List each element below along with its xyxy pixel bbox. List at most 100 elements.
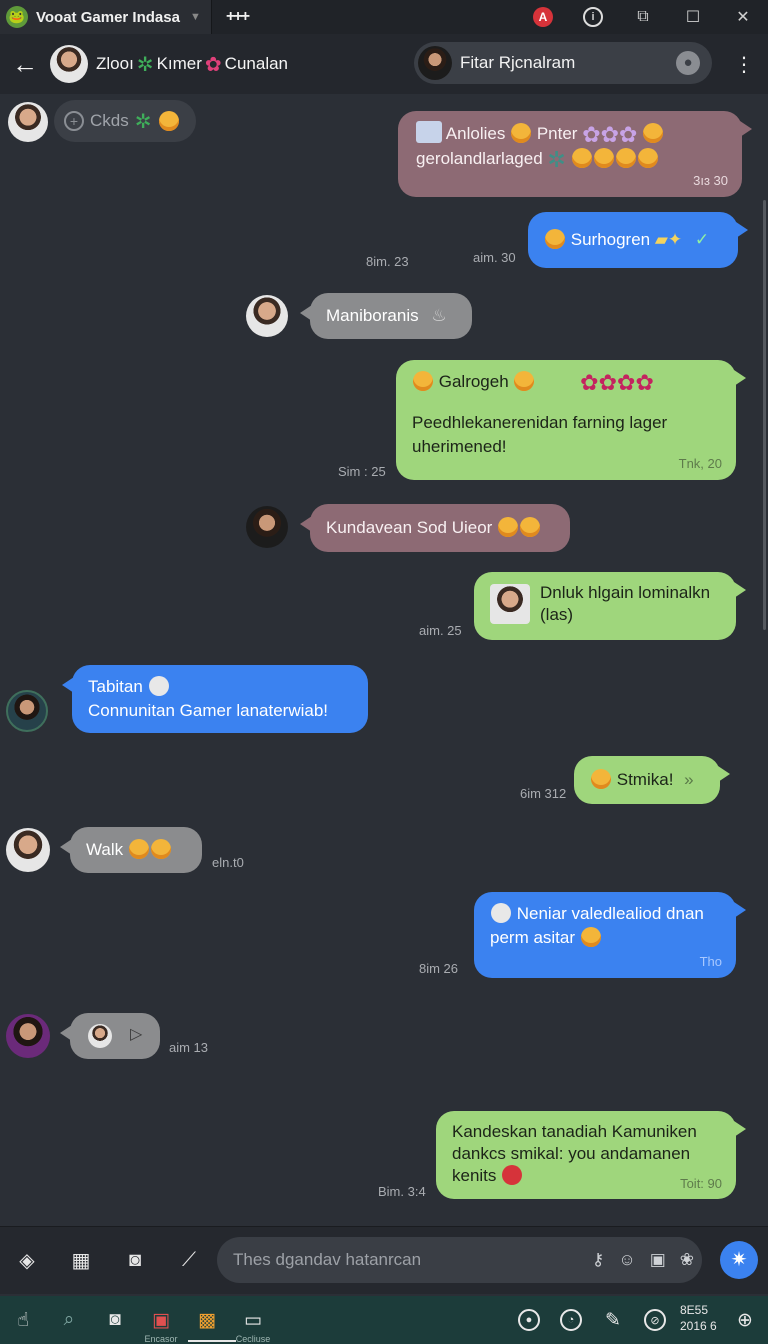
message-time: 8im 26 — [419, 961, 459, 976]
message-bubble[interactable]: Anlolies Pnter ✿✿✿ gerolandlarlaged ✲ 3ı… — [398, 111, 752, 197]
message-text: Peedhlekanerenidan farning lager uherime… — [412, 413, 668, 456]
emoji-icon — [591, 769, 611, 789]
play-icon[interactable]: ▷ — [130, 1023, 142, 1047]
emoji-icon — [580, 927, 601, 947]
message-time: 8im. 23 — [366, 254, 409, 269]
emoji-icon — [491, 903, 511, 923]
pen-icon[interactable]: ✎ — [592, 1296, 634, 1344]
avatar[interactable] — [6, 828, 50, 872]
files-app-icon[interactable]: ▭ Cecliuse — [230, 1296, 276, 1344]
contact-name: Fitar Rjcnalram — [460, 53, 576, 72]
record-icon[interactable]: ● — [508, 1296, 550, 1344]
emoji-icon — [637, 148, 658, 168]
network-icon[interactable]: ⊕ — [722, 1296, 768, 1344]
message-text: Connunitan Gamer lanaterwiab! — [88, 701, 329, 720]
emoji-icon — [615, 148, 636, 168]
attachments-pill[interactable]: + Ckds ✲ — [54, 100, 196, 142]
camera-icon[interactable]: ◙ — [108, 1241, 162, 1281]
message-bubble[interactable]: Kandeskan tanadiah Kamuniken dankcs smik… — [436, 1111, 746, 1199]
close-window-button[interactable]: ✕ — [718, 0, 768, 34]
message-time: 3ıɜ 30 — [693, 173, 728, 188]
audio-message-bubble[interactable]: ▷ — [60, 1013, 160, 1059]
message-bubble[interactable]: Walk — [60, 827, 202, 873]
message-bubble[interactable]: Galrogeh ✿✿✿✿ Peedhlekanerenidan farning… — [396, 360, 746, 480]
back-arrow-icon[interactable]: ← — [0, 49, 50, 80]
message-bubble[interactable]: Dnluk hlgain lominalkn (las) — [474, 572, 746, 640]
info-button[interactable]: i — [568, 0, 618, 34]
message-bubble[interactable]: Kundavean Sod Uieor — [300, 504, 570, 552]
avatar[interactable] — [246, 506, 288, 548]
send-button[interactable]: ✷ — [720, 1241, 758, 1279]
check-icon: ✓ — [694, 230, 710, 249]
message-bubble[interactable]: Tabitan Connunitan Gamer lanaterwiab! — [62, 665, 368, 733]
emoji-icon — [498, 517, 519, 537]
message-input-placeholder: Thes dgandav hatanrcan — [233, 1250, 422, 1269]
avatar[interactable] — [8, 102, 48, 142]
image-thumbnail-icon — [416, 121, 442, 143]
avatar[interactable] — [246, 295, 288, 337]
message-time: Tho — [699, 954, 722, 969]
camera-app-icon[interactable]: ◙ — [92, 1296, 138, 1344]
gallery-icon[interactable]: ▦ — [54, 1241, 108, 1281]
leaf-icon: ✲ — [134, 110, 152, 133]
scrollbar[interactable] — [763, 200, 766, 630]
group-avatar[interactable] — [50, 45, 88, 83]
user-profile-icon[interactable]: ● — [676, 51, 700, 75]
flower-icon: ✿✿✿✿ — [580, 370, 654, 395]
message-time: Toit: 90 — [680, 1176, 722, 1191]
message-time: aim. 30 — [473, 250, 516, 265]
message-bubble[interactable]: Surhogren ▰✦ ✓ — [528, 212, 748, 268]
restore-window-button[interactable]: ⧉ — [618, 0, 668, 34]
no-disturb-icon[interactable]: ⊘ — [634, 1296, 676, 1344]
chevron-right-icon: » — [684, 770, 694, 789]
image-icon[interactable]: ▣ — [650, 1250, 666, 1270]
clock-icon[interactable]: ◔ — [550, 1296, 592, 1344]
leaf-icon: ✲ — [136, 53, 154, 76]
message-text: Anlolies — [445, 124, 506, 143]
group-title[interactable]: Zlooı ✲ Kımer ✿ Cunalan — [96, 52, 288, 77]
more-options-icon[interactable]: ⋮ — [734, 52, 754, 77]
emoji-icon — [545, 229, 565, 249]
image-thumbnail[interactable] — [490, 584, 530, 624]
avatar[interactable] — [6, 690, 48, 732]
emoji-picker-icon[interactable]: ☺ — [618, 1250, 635, 1270]
message-bubble[interactable]: Neniar valedlealiod dnan perm asitar Tho — [474, 892, 746, 978]
message-text: Surhogren — [570, 230, 651, 249]
message-bubble[interactable]: Maniboranis ♨ — [300, 293, 472, 339]
contact-pill[interactable]: Fitar Rjcnalram ● — [414, 42, 712, 84]
emoji-icon — [148, 676, 169, 696]
message-time: Sim : 25 — [338, 464, 386, 479]
system-tray: ● ◔ ✎ ⊘ — [508, 1296, 676, 1344]
message-text: Neniar valedlealiod dnan — [516, 904, 704, 923]
message-text: gerolandlarlaged — [416, 149, 543, 168]
message-title: Galrogeh — [438, 372, 509, 391]
taskbar-label: Cecliuse — [235, 1334, 271, 1344]
chevron-down-icon[interactable]: ▼ — [190, 11, 201, 23]
message-text: Maniboranis — [326, 306, 419, 325]
message-bubble[interactable]: Stmika! » — [574, 756, 730, 804]
emoji-icon — [413, 371, 433, 391]
attach-icon[interactable]: ⟋ — [162, 1241, 216, 1281]
app-tab[interactable]: 🐸 Vooat Gamer Indasa ▼ — [0, 0, 212, 34]
emoji-icon — [502, 1165, 523, 1185]
chat-area[interactable]: + Ckds ✲ Anlolies Pnter ✿✿✿ gerolandlarl… — [0, 94, 768, 1226]
calendar-app-icon[interactable]: ▣ Encasor — [138, 1296, 184, 1344]
message-text: Stmika! — [616, 770, 674, 789]
message-input[interactable]: Thes dgandav hatanrcan ⚷ ☺ ▣ ❀ — [217, 1237, 702, 1283]
chat-header: ← Zlooı ✲ Kımer ✿ Cunalan Fitar Rjcnalra… — [0, 34, 768, 94]
group-name-1: Zlooı — [96, 54, 134, 73]
touch-icon[interactable]: ☝ — [0, 1296, 46, 1344]
maximize-window-button[interactable]: ☐ — [668, 0, 718, 34]
key-icon[interactable]: ⚷ — [592, 1250, 604, 1270]
game-controller-icon[interactable]: ◈ — [0, 1241, 54, 1281]
message-text: Pnter — [536, 124, 578, 143]
sticker-icon[interactable]: ❀ — [680, 1250, 694, 1270]
store-app-icon[interactable]: ▩ — [184, 1296, 236, 1344]
message-text: Walk — [86, 840, 124, 859]
search-icon[interactable]: ⌕ — [46, 1296, 92, 1344]
emoji-icon — [571, 148, 592, 168]
notification-badge-button[interactable]: A — [518, 0, 568, 34]
system-clock[interactable]: 8E55 2016 6 — [680, 1302, 717, 1334]
new-tab-button[interactable]: +++ — [226, 8, 250, 26]
avatar[interactable] — [6, 1014, 50, 1058]
